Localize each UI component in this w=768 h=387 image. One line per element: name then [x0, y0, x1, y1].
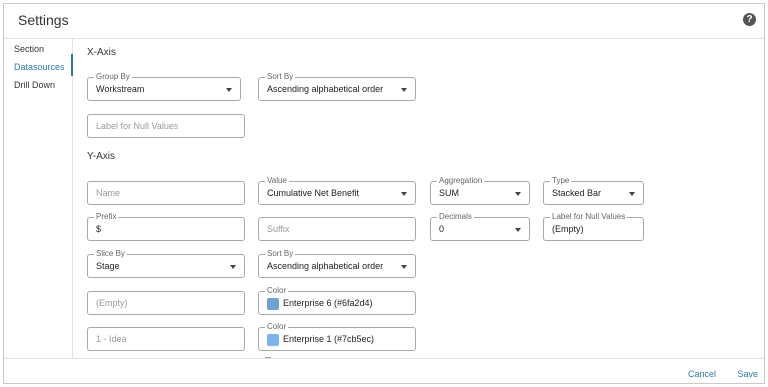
- slice-color-label: Color: [265, 322, 289, 332]
- color-swatch: [267, 298, 279, 310]
- decimals-select[interactable]: Decimals 0: [430, 212, 530, 241]
- type-select[interactable]: Type Stacked Bar: [543, 176, 644, 205]
- chevron-down-icon: [401, 192, 407, 196]
- slice-name-placeholder: (Empty): [96, 298, 128, 308]
- y-sort-by-value: Ascending alphabetical order: [267, 261, 384, 271]
- x-sort-by-value: Ascending alphabetical order: [267, 84, 384, 94]
- chevron-down-icon: [515, 228, 521, 232]
- dialog-footer: Cancel Save: [4, 358, 764, 383]
- value-value: Cumulative Net Benefit: [267, 188, 360, 198]
- y-sort-by-select[interactable]: Sort By Ascending alphabetical order: [258, 249, 416, 278]
- slice-name-placeholder: 1 - Idea: [96, 334, 127, 344]
- aggregation-value: SUM: [439, 188, 459, 198]
- slice-by-select[interactable]: Slice By Stage: [87, 249, 245, 278]
- aggregation-select[interactable]: Aggregation SUM: [430, 176, 530, 205]
- slice-color-value: Enterprise 6 (#6fa2d4): [283, 298, 373, 308]
- group-by-value: Workstream: [96, 84, 145, 94]
- cancel-button[interactable]: Cancel: [688, 369, 716, 379]
- aggregation-label: Aggregation: [437, 176, 485, 186]
- decimals-value: 0: [439, 224, 445, 234]
- save-button[interactable]: Save: [737, 369, 758, 379]
- slice-color-value: Enterprise 1 (#7cb5ec): [283, 334, 375, 344]
- decimals-label: Decimals: [437, 212, 474, 222]
- chevron-down-icon: [401, 265, 407, 269]
- suffix-input[interactable]: Suffix: [258, 217, 416, 241]
- chevron-down-icon: [230, 265, 236, 269]
- y-null-label-value: (Empty): [552, 224, 584, 234]
- sidebar-item-section[interactable]: Section: [14, 44, 44, 54]
- y-null-label-label: Label for Null Values: [550, 212, 628, 222]
- x-null-label-placeholder: Label for Null Values: [96, 121, 179, 131]
- color-swatch: [267, 334, 279, 346]
- value-label: Value: [265, 176, 289, 186]
- settings-dialog: Settings ? Section Datasources Drill Dow…: [3, 3, 765, 384]
- dialog-title: Settings: [18, 12, 69, 28]
- y-sort-by-label: Sort By: [265, 249, 296, 259]
- slice-color-picker[interactable]: Color Enterprise 6 (#6fa2d4): [258, 286, 416, 315]
- type-value: Stacked Bar: [552, 188, 602, 198]
- datasources-panel: X-Axis Group By Workstream Sort By Ascen…: [73, 38, 764, 358]
- sidebar-item-datasources[interactable]: Datasources: [14, 62, 65, 72]
- group-by-select[interactable]: Group By Workstream: [87, 72, 241, 101]
- y-axis-heading: Y-Axis: [87, 151, 115, 162]
- help-icon[interactable]: ?: [743, 13, 756, 26]
- chevron-down-icon: [226, 88, 232, 92]
- value-select[interactable]: Value Cumulative Net Benefit: [258, 176, 416, 205]
- slice-name-input[interactable]: 1 - Idea: [87, 327, 245, 351]
- x-axis-heading: X-Axis: [87, 47, 116, 58]
- x-null-label-input[interactable]: Label for Null Values: [87, 114, 245, 138]
- dialog-header: Settings ?: [4, 4, 764, 39]
- slice-color-picker[interactable]: Color Enterprise 1 (#7cb5ec): [258, 322, 416, 351]
- group-by-label: Group By: [94, 72, 132, 82]
- y-null-label-input[interactable]: Label for Null Values (Empty): [543, 212, 644, 241]
- chevron-down-icon: [515, 192, 521, 196]
- slice-by-label: Slice By: [94, 249, 127, 259]
- slice-name-input[interactable]: (Empty): [87, 291, 245, 315]
- chevron-down-icon: [401, 88, 407, 92]
- chevron-down-icon: [629, 192, 635, 196]
- x-sort-by-label: Sort By: [265, 72, 296, 82]
- slice-color-label: Color: [265, 286, 289, 296]
- type-label: Type: [550, 176, 572, 186]
- prefix-input[interactable]: Prefix $: [87, 212, 245, 241]
- suffix-placeholder: Suffix: [267, 224, 290, 234]
- sidebar: Section Datasources Drill Down: [4, 38, 73, 358]
- y-name-input[interactable]: Name: [87, 181, 245, 205]
- prefix-value: $: [96, 224, 102, 234]
- sidebar-item-drill-down[interactable]: Drill Down: [14, 80, 55, 90]
- x-sort-by-select[interactable]: Sort By Ascending alphabetical order: [258, 72, 416, 101]
- slice-by-value: Stage: [96, 261, 120, 271]
- prefix-label: Prefix: [94, 212, 119, 222]
- y-name-placeholder: Name: [96, 188, 121, 198]
